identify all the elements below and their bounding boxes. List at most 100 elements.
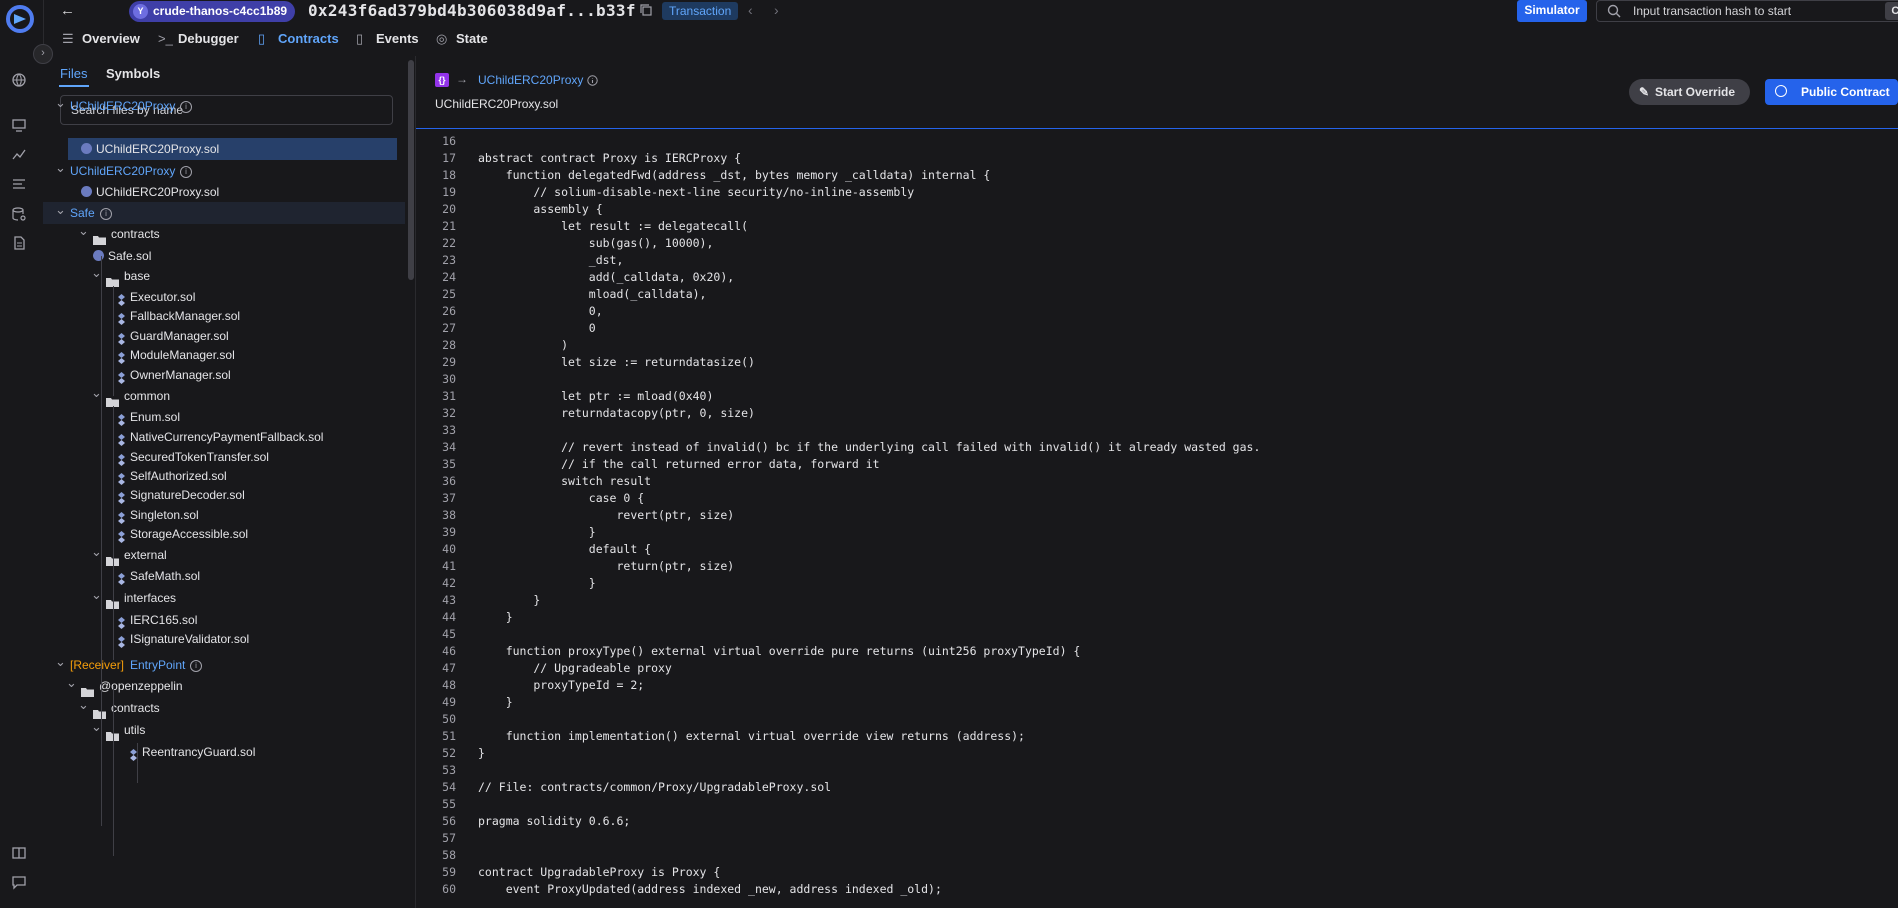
line-text: default { — [478, 542, 652, 556]
public-contract-button[interactable]: Public Contract — [1765, 79, 1898, 105]
file-tree-file[interactable]: FallbackManager.sol — [43, 305, 405, 327]
file-tree-file[interactable]: UChildERC20Proxy.sol — [43, 181, 405, 203]
panel-scrollbar[interactable] — [408, 60, 414, 280]
file-tree-file[interactable]: UChildERC20Proxy.sol — [68, 138, 397, 160]
tab-debugger[interactable]: >_ Debugger — [158, 31, 239, 46]
prev-arrow-icon[interactable]: ‹ — [748, 2, 753, 18]
info-icon[interactable]: i — [180, 166, 192, 178]
expand-sidebar-icon[interactable]: › — [33, 44, 53, 64]
file-tree-file[interactable]: NativeCurrencyPaymentFallback.sol — [43, 426, 405, 448]
info-icon[interactable]: i — [180, 101, 192, 113]
book-icon[interactable] — [11, 845, 29, 863]
next-arrow-icon[interactable]: › — [774, 2, 779, 18]
active-tab-indicator — [59, 85, 89, 87]
tab-overview[interactable]: ☰ Overview — [62, 31, 140, 47]
line-number: 33 — [442, 423, 456, 437]
line-text: sub(gas(), 10000), — [478, 236, 714, 250]
info-icon[interactable]: i — [190, 660, 202, 672]
tab-files[interactable]: Files — [60, 66, 87, 81]
chevron-down-icon[interactable]: ⌄ — [66, 672, 77, 694]
file-tree-folder[interactable]: ⌄ interfaces — [43, 587, 405, 609]
monitor-icon[interactable] — [11, 117, 29, 135]
file-tree-label: contracts — [111, 227, 160, 241]
code-line: 19 // solium-disable-next-line security/… — [416, 184, 1896, 201]
code-line: 59 contract UpgradableProxy is Proxy { — [416, 864, 1896, 881]
chevron-down-icon[interactable]: ⌄ — [55, 651, 66, 673]
file-tree-contract[interactable]: ⌄ UChildERC20Proxy i — [43, 160, 405, 182]
line-number: 41 — [442, 559, 456, 573]
file-tree-folder[interactable]: ⌄ common — [43, 385, 405, 407]
file-tree-folder[interactable]: ⌄ utils — [43, 719, 405, 741]
chevron-down-icon[interactable]: ⌄ — [78, 694, 89, 716]
list-icon[interactable] — [11, 176, 29, 194]
file-tree-file[interactable]: ModuleManager.sol — [43, 344, 405, 366]
file-tree-file[interactable]: ReentrancyGuard.sol — [43, 741, 405, 763]
solidity-file-icon — [117, 528, 126, 543]
line-number: 29 — [442, 355, 456, 369]
file-tree-file[interactable]: Enum.sol — [43, 406, 405, 428]
chevron-down-icon[interactable]: ⌄ — [55, 157, 66, 179]
file-tree-folder[interactable]: ⌄ base — [43, 265, 405, 287]
app-logo-icon[interactable] — [6, 5, 34, 33]
line-number: 45 — [442, 627, 456, 641]
line-number: 18 — [442, 168, 456, 182]
tree-guide-line — [113, 600, 114, 660]
line-number: 54 — [442, 780, 456, 794]
folder-icon — [106, 272, 119, 287]
file-tree-contract[interactable]: ⌄ [Receiver] EntryPoint i — [43, 654, 405, 676]
file-tree-label: UChildERC20Proxy — [70, 99, 176, 113]
network-badge[interactable]: Y crude-thanos-c4cc1b89 — [129, 1, 296, 22]
tree-guide-line — [101, 256, 102, 826]
file-tree-contract[interactable]: ⌄ UChildERC20Proxy i — [43, 95, 405, 117]
top-bar: ← Y crude-thanos-c4cc1b89 0x243f6ad379bd… — [43, 0, 1898, 22]
code-line: 56 pragma solidity 0.6.6; — [416, 813, 1896, 830]
breadcrumb-contract[interactable]: UChildERC20Proxy — [478, 73, 583, 87]
line-number: 16 — [442, 134, 456, 148]
folder-icon — [81, 682, 94, 697]
line-number: 19 — [442, 185, 456, 199]
chevron-down-icon[interactable]: ⌄ — [55, 199, 66, 221]
transaction-search-input[interactable]: Input transaction hash to start Ctrl + k — [1596, 0, 1898, 22]
database-search-icon[interactable] — [11, 206, 29, 224]
search-placeholder: Input transaction hash to start — [1633, 4, 1792, 18]
file-tree-folder[interactable]: ⌄ @openzeppelin — [43, 675, 405, 697]
code-line: 43 } — [416, 592, 1896, 609]
tree-guide-line — [137, 743, 138, 783]
file-panel: Files Symbols Search files by name ⌄ UChi… — [43, 56, 416, 908]
chat-icon[interactable] — [11, 874, 29, 892]
line-text: let size := returndatasize() — [478, 355, 755, 369]
tab-symbols[interactable]: Symbols — [106, 66, 160, 81]
back-arrow-icon[interactable]: ← — [60, 2, 75, 19]
info-icon[interactable]: i — [100, 208, 112, 220]
chevron-down-icon[interactable]: ⌄ — [55, 92, 66, 114]
file-tree-folder[interactable]: ⌄ contracts — [43, 223, 405, 245]
tab-contracts[interactable]: ▯ Contracts — [258, 31, 339, 47]
line-number: 22 — [442, 236, 456, 250]
chevron-down-icon[interactable]: ⌄ — [78, 220, 89, 242]
simulator-button[interactable]: Simulator — [1517, 0, 1587, 22]
start-override-button[interactable]: ✎ Start Override — [1629, 79, 1750, 105]
solidity-file-icon — [117, 470, 126, 485]
file-tree-label: Enum.sol — [130, 410, 181, 424]
line-text: abstract contract Proxy is IERCProxy { — [478, 151, 742, 165]
line-text: // revert instead of invalid() bc if the… — [478, 440, 1261, 454]
code-editor[interactable]: 16 17 abstract contract Proxy is IERCProxy… — [416, 133, 1898, 908]
info-icon[interactable] — [587, 74, 598, 89]
code-line: 53 — [416, 762, 1896, 779]
document-icon[interactable] — [11, 235, 29, 253]
file-tree-file[interactable]: ISignatureValidator.sol — [43, 628, 405, 650]
tab-events[interactable]: ▯ Events — [356, 31, 419, 47]
line-text: add(_calldata, 0x20), — [478, 270, 735, 284]
file-tree-label: Safe.sol — [108, 249, 152, 263]
solidity-file-icon — [117, 509, 126, 524]
globe-icon[interactable] — [11, 72, 29, 90]
tab-state[interactable]: ◎ State — [436, 31, 488, 47]
file-tree-contract[interactable]: ⌄ Safe i — [43, 202, 405, 224]
line-number: 28 — [442, 338, 456, 352]
analytics-icon[interactable] — [11, 146, 29, 164]
copy-icon[interactable] — [640, 4, 652, 19]
file-tree-file[interactable]: SignatureDecoder.sol — [43, 484, 405, 506]
file-tree-folder[interactable]: ⌄ external — [43, 544, 405, 566]
line-text: // if the call returned error data, forw… — [478, 457, 880, 471]
network-name: crude-thanos-c4cc1b89 — [153, 4, 288, 18]
